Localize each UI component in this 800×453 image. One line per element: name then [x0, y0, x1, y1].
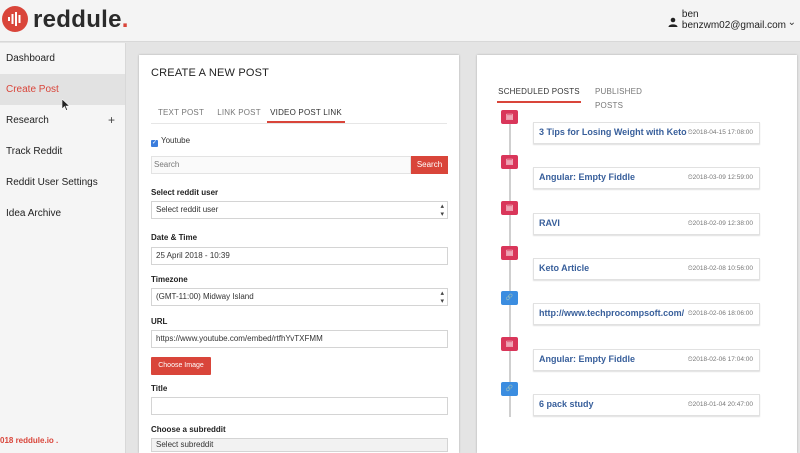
document-icon: ▤: [505, 157, 514, 167]
sidebar-item-idea-archive[interactable]: Idea Archive: [0, 198, 125, 229]
document-icon: ▤: [505, 202, 514, 212]
link-icon: 🔗: [505, 385, 514, 392]
tab-text-post[interactable]: TEXT POST: [155, 103, 207, 123]
reddule-logo-icon[interactable]: [2, 6, 28, 32]
post-title[interactable]: Angular: Empty Fiddle: [539, 172, 635, 182]
post-date: ⏲2018-02-09 12:38:00: [687, 219, 753, 227]
title-field[interactable]: [151, 397, 448, 415]
mouse-cursor-icon: [62, 99, 70, 111]
post-title[interactable]: Angular: Empty Fiddle: [539, 354, 635, 364]
chevron-down-icon[interactable]: ⌄: [788, 17, 796, 28]
youtube-option[interactable]: ✓ Youtube: [151, 136, 190, 147]
youtube-label: Youtube: [161, 136, 191, 145]
link-icon: 🔗: [505, 295, 514, 302]
reddit-user-select[interactable]: Select reddit user ▴ ▾: [151, 201, 448, 219]
tab-video-post-link[interactable]: VIDEO POST LINK: [267, 103, 345, 123]
scheduled-post-card[interactable]: Angular: Empty Fiddle ⏲2018-02-06 17:04:0…: [533, 348, 760, 371]
brand-name[interactable]: reddule.: [33, 6, 129, 34]
sidebar-item-label: Track Reddit: [6, 146, 63, 157]
tab-published-posts[interactable]: PUBLISHED POSTS: [595, 85, 671, 110]
top-bar: reddule. ben benzwm02@gmail.com ⌄: [0, 0, 800, 42]
post-date: ⏲2018-02-08 10:56:00: [687, 264, 753, 272]
footer-copyright: 018 reddule.io .: [0, 436, 59, 445]
document-icon: ▤: [505, 338, 514, 348]
timezone-select[interactable]: (GMT-11:00) Midway Island ▴ ▾: [151, 288, 448, 306]
scheduled-post-card[interactable]: RAVI ⏲2018-02-09 12:38:00: [533, 212, 760, 235]
scheduled-post-card[interactable]: 6 pack study ⏲2018-01-04 20:47:00: [533, 393, 760, 416]
create-post-panel: CREATE A NEW POST TEXT POST LINK POST VI…: [139, 55, 459, 453]
url-label: URL: [151, 317, 168, 326]
sidebar-item-dashboard[interactable]: Dashboard: [0, 43, 125, 74]
post-title[interactable]: 3 Tips for Losing Weight with Keto: [539, 127, 687, 137]
post-date: ⏲2018-02-06 17:04:00: [687, 355, 753, 363]
post-title[interactable]: Keto Article: [539, 263, 589, 273]
choose-image-button[interactable]: Choose Image: [151, 357, 211, 375]
post-date: ⏲2018-02-06 18:06:00: [687, 310, 753, 318]
sidebar-item-label: Reddit User Settings: [6, 177, 98, 188]
reddit-user-label: Select reddit user: [151, 188, 219, 197]
post-type-tabs: TEXT POST LINK POST VIDEO POST LINK: [151, 103, 447, 124]
user-menu[interactable]: ben benzwm02@gmail.com ⌄: [668, 9, 796, 32]
select-value: Select reddit user: [156, 205, 219, 214]
title-label: Title: [151, 384, 168, 393]
text-post-marker: ▤: [501, 336, 518, 351]
datetime-field[interactable]: 25 April 2018 - 10:39: [151, 247, 448, 265]
schedule-tabs: SCHEDULED POSTS PUBLISHED POSTS: [497, 85, 783, 110]
sidebar-item-reddit-user-settings[interactable]: Reddit User Settings: [0, 167, 125, 198]
post-date: ⏲2018-01-04 20:47:00: [687, 400, 753, 408]
select-arrows-icon: ▴ ▾: [440, 290, 444, 305]
youtube-checkbox[interactable]: ✓: [151, 140, 158, 147]
link-post-marker: 🔗: [501, 291, 518, 306]
sidebar-item-track-reddit[interactable]: Track Reddit: [0, 136, 125, 167]
text-post-marker: ▤: [501, 155, 518, 170]
post-date: ⏲2018-03-09 12:59:00: [687, 174, 753, 182]
sidebar-item-label: Create Post: [6, 84, 59, 95]
post-title[interactable]: RAVI: [539, 218, 560, 228]
tab-divider: [151, 123, 447, 124]
sidebar-item-label: Idea Archive: [6, 208, 62, 219]
document-icon: ▤: [505, 247, 514, 257]
user-email: benzwm02@gmail.com: [681, 20, 786, 31]
text-post-marker: ▤: [501, 110, 518, 124]
person-icon: [668, 17, 678, 27]
post-title[interactable]: http://www.techprocompsoft.com/: [539, 308, 684, 318]
select-value: (GMT-11:00) Midway Island: [156, 292, 254, 301]
scheduled-post-card[interactable]: Angular: Empty Fiddle ⏲2018-03-09 12:59:0…: [533, 167, 760, 190]
select-arrows-icon: ▴ ▾: [440, 203, 444, 218]
scheduled-posts-panel: SCHEDULED POSTS PUBLISHED POSTS ▤ 3 Tips …: [477, 55, 797, 453]
panel-title: CREATE A NEW POST: [151, 67, 270, 79]
plus-icon[interactable]: +: [108, 105, 115, 136]
post-title[interactable]: 6 pack study: [539, 399, 594, 409]
sidebar-item-label: Research: [6, 115, 49, 126]
user-name: ben: [681, 9, 699, 20]
subreddit-label: Choose a subreddit: [151, 425, 226, 434]
text-post-marker: ▤: [501, 200, 518, 215]
link-post-marker: 🔗: [501, 381, 518, 396]
text-post-marker: ▤: [501, 245, 518, 260]
datetime-label: Date & Time: [151, 233, 198, 242]
scheduled-post-card[interactable]: 3 Tips for Losing Weight with Keto ⏲2018-…: [533, 122, 760, 144]
scheduled-post-card[interactable]: Keto Article ⏲2018-02-08 10:56:00: [533, 257, 760, 280]
url-field[interactable]: https://www.youtube.com/embed/rtfhYvTXFM…: [151, 330, 448, 348]
search-input[interactable]: Search: [151, 156, 411, 174]
timezone-label: Timezone: [151, 275, 188, 284]
tab-link-post[interactable]: LINK POST: [215, 103, 263, 123]
subreddit-select[interactable]: Select subreddit: [151, 438, 448, 452]
post-date: ⏲2018-04-15 17:08:00: [687, 129, 753, 136]
tab-scheduled-posts[interactable]: SCHEDULED POSTS: [497, 85, 581, 103]
sidebar-item-label: Dashboard: [6, 53, 55, 64]
search-button[interactable]: Search: [411, 156, 448, 174]
scheduled-post-card[interactable]: http://www.techprocompsoft.com/⏲2018-02-…: [533, 303, 760, 326]
document-icon: ▤: [505, 112, 514, 121]
